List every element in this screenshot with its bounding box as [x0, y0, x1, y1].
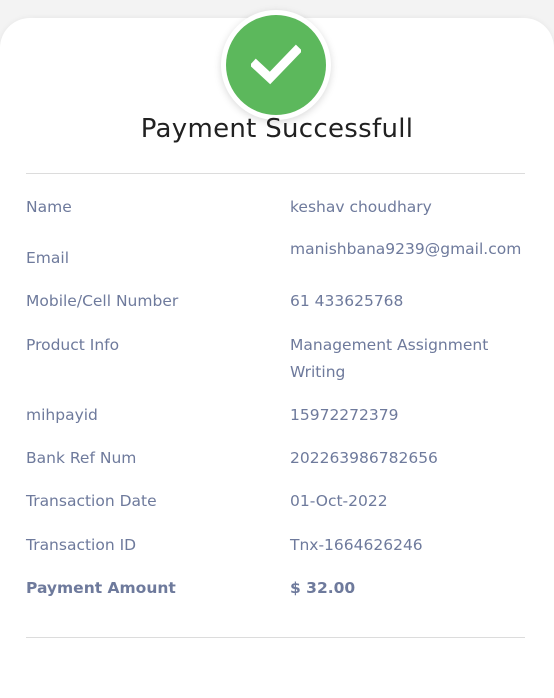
detail-label: Email	[26, 249, 70, 267]
detail-value: manishbana9239@gmail.com	[290, 240, 522, 258]
detail-value: $ 32.00	[290, 579, 356, 597]
detail-value: keshav choudhary	[290, 198, 432, 216]
detail-value: 01-Oct-2022	[290, 492, 388, 510]
detail-label: Name	[26, 198, 72, 216]
detail-label: Payment Amount	[26, 579, 176, 597]
detail-value: 61 433625768	[290, 292, 404, 310]
detail-label: mihpayid	[26, 406, 98, 424]
detail-label: Mobile/Cell Number	[26, 292, 179, 310]
page-title: Payment Successfull	[140, 114, 414, 144]
detail-value: 202263986782656	[290, 449, 438, 467]
payment-receipt-card: Payment Successfull Name keshav choudhar…	[0, 10, 554, 698]
check-circle-icon	[226, 15, 326, 115]
detail-label: Transaction Date	[26, 492, 157, 510]
detail-value: Management Assignment Writing	[290, 336, 489, 381]
checkmark-icon	[251, 44, 301, 85]
detail-value: 15972272379	[290, 406, 399, 424]
detail-label: Bank Ref Num	[26, 449, 137, 467]
bottom-divider	[26, 637, 525, 638]
detail-label: Product Info	[26, 336, 120, 354]
top-divider	[26, 173, 525, 174]
detail-value: Tnx-1664626246	[290, 536, 423, 554]
success-badge	[221, 10, 331, 120]
detail-label: Transaction ID	[26, 536, 137, 554]
